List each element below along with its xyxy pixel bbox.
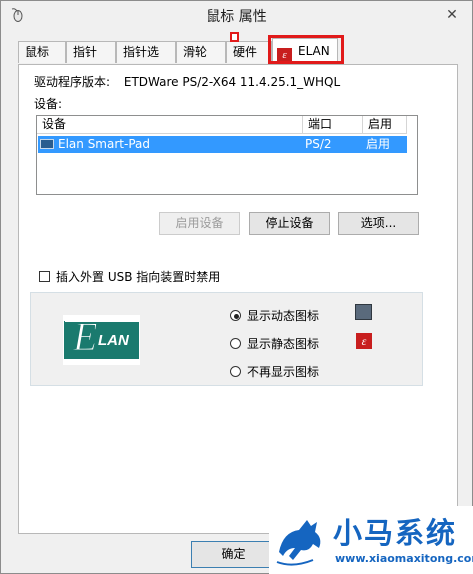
tab-elan-label: ELAN [298,44,330,58]
show-static-icon-option[interactable]: 显示静态图标 [230,335,319,352]
device-enabled: 启用 [366,137,391,151]
hide-icon-radio[interactable] [230,366,241,377]
tab-hardware[interactable]: 硬件 [226,41,272,63]
mouse-properties-window: 鼠标 属性 ✕ 鼠标键 指针 指针选项 滑轮 硬件 ε ELAN 驱动程序版本: … [0,0,473,574]
tab-mouse-buttons[interactable]: 鼠标键 [18,41,66,79]
device-port: PS/2 [305,137,332,151]
elan-red-icon: ε [356,333,372,349]
horse-logo-icon [273,512,331,571]
show-animated-icon-label: 显示动态图标 [247,309,320,323]
options-button[interactable]: 选项... [338,212,419,235]
red-marker [230,32,239,42]
disable-on-usb-checkbox-row[interactable]: 插入外置 USB 指向装置时禁用 [39,268,220,285]
show-animated-icon-radio[interactable] [230,310,241,321]
enable-device-button[interactable]: 启用设备 [159,212,240,235]
hide-icon-option[interactable]: 不再显示图标 [230,363,319,380]
window-title: 鼠标 属性 [206,9,267,25]
watermark-url: www.xiaomaxitong.com [335,552,473,565]
show-static-icon-label: 显示静态图标 [247,337,320,351]
tab-wheel[interactable]: 滑轮 [176,41,226,63]
elan-logo: E LAN [63,314,140,365]
hide-icon-label: 不再显示图标 [247,365,320,379]
elan-red-icon: ε [277,48,292,63]
disable-on-usb-checkbox[interactable] [39,271,50,282]
column-header-enabled[interactable]: 启用 [363,116,407,134]
devices-label: 设备: [34,97,63,111]
stop-device-button[interactable]: 停止设备 [249,212,330,235]
column-header-port[interactable]: 端口 [303,116,363,134]
tab-pointers[interactable]: 指针 [66,41,116,63]
close-button[interactable]: ✕ [440,5,464,25]
ok-button[interactable]: 确定 [191,541,276,568]
device-name: Elan Smart-Pad [58,137,150,151]
title-bar: 鼠标 属性 ✕ [1,1,472,29]
tab-elan[interactable]: ε ELAN [272,38,338,64]
driver-version-value: ETDWare PS/2-X64 11.4.25.1_WHQL [123,75,341,89]
elan-logo-initial: E [72,314,98,360]
show-animated-icon-option[interactable]: 显示动态图标 [230,307,319,324]
show-static-icon-radio[interactable] [230,338,241,349]
touchpad-icon [40,139,54,149]
tab-strip: 鼠标键 指针 指针选项 滑轮 硬件 ε ELAN [18,38,458,79]
table-row[interactable]: Elan Smart-Pad PS/2 启用 [38,136,407,153]
driver-version: 驱动程序版本: ETDWare PS/2-X64 11.4.25.1_WHQL [34,73,340,90]
watermark: 小马系统 www.xiaomaxitong.com [269,506,473,574]
watermark-name: 小马系统 [333,516,458,550]
elan-logo-text: LAN [98,332,129,349]
device-table[interactable]: 设备 端口 启用 Elan Smart-Pad PS/2 启用 [36,115,418,195]
driver-version-label: 驱动程序版本: [34,75,111,89]
tab-pointer-options[interactable]: 指针选项 [116,41,176,79]
column-header-device[interactable]: 设备 [37,116,303,134]
disable-on-usb-label: 插入外置 USB 指向装置时禁用 [56,270,221,284]
touchpad-tray-icon [355,304,372,320]
